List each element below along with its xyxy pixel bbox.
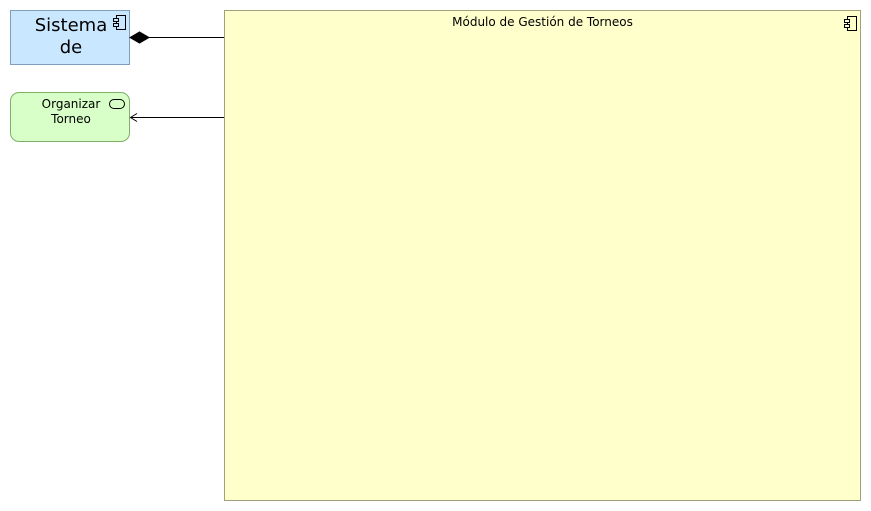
- sistema-component-node[interactable]: Sistema de: [10, 10, 130, 65]
- sistema-label: Sistema de: [34, 15, 108, 58]
- component-icon: [113, 15, 126, 30]
- open-arrowhead-icon: [129, 113, 138, 122]
- serving-edge[interactable]: [129, 113, 225, 122]
- modulo-gestion-torneos-component-node[interactable]: Módulo de Gestión de Torneos: [224, 10, 861, 501]
- service-icon: [109, 99, 125, 109]
- organizar-torneo-label: Organizar Torneo: [41, 97, 101, 126]
- modulo-label: Módulo de Gestión de Torneos: [452, 15, 633, 29]
- component-icon: [844, 16, 857, 31]
- organizar-torneo-service-node[interactable]: Organizar Torneo: [10, 92, 130, 142]
- composition-edge[interactable]: [129, 31, 224, 44]
- composition-diamond-icon: [129, 31, 150, 44]
